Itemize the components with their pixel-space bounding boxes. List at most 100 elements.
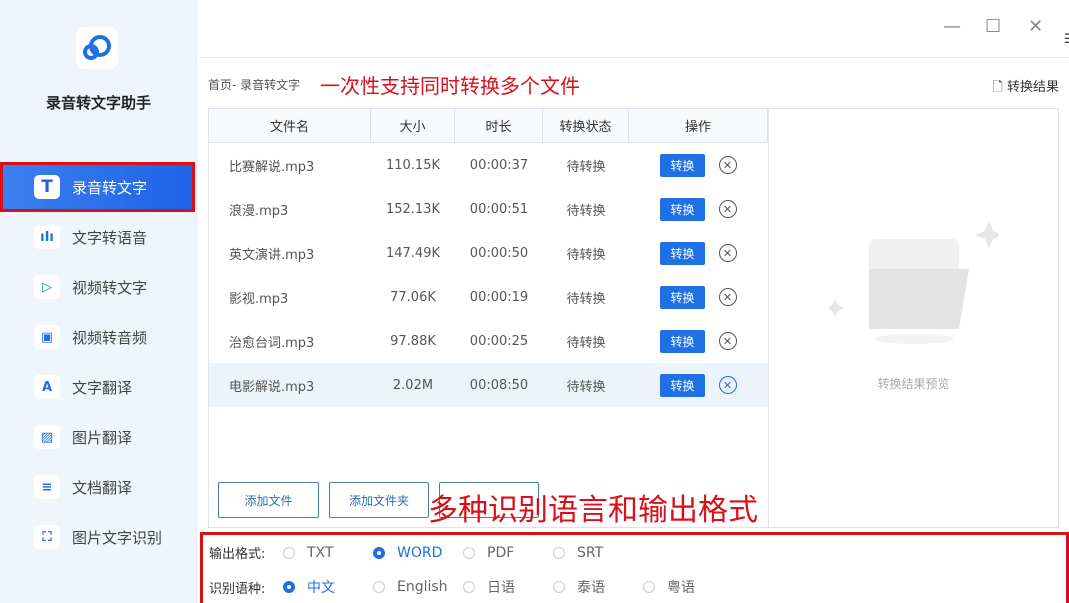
col-filename: 文件名: [209, 109, 371, 142]
file-status: 待转换: [566, 335, 606, 351]
convert-button[interactable]: 转换: [660, 241, 705, 265]
app-logo-icon: [76, 27, 118, 69]
sidebar-item-3[interactable]: ▣ 视频转音频: [0, 312, 197, 362]
radio-icon: [463, 546, 475, 559]
preview-placeholder: 转换结果预览: [877, 377, 950, 391]
sidebar-item-label: 视频转文字: [72, 278, 148, 297]
radio-icon: [463, 581, 475, 593]
sidebar-icon: ≡: [34, 475, 60, 499]
file-size: 97.88K: [390, 333, 436, 349]
sidebar-icon: ▷: [34, 275, 60, 299]
file-table: 文件名 大小 时长 转换状态 操作 比赛解说.mp3 110.15K 00:00…: [208, 108, 769, 528]
sidebar: 录音转文字助手 T 录音转文字 ıIı 文字转语音 ▷ 视频转文字 ▣ 视频转音频 A 文字翻译 ▨…: [0, 0, 197, 603]
output-format-row: 输出格式: TXT WORD PDF SRT: [209, 543, 643, 563]
file-duration: 00:00:51: [469, 201, 529, 217]
convert-button[interactable]: 转换: [660, 153, 705, 177]
convert-button[interactable]: 转换: [660, 197, 705, 221]
language-option[interactable]: 中文: [283, 577, 373, 597]
file-name: 影视.mp3: [229, 291, 289, 307]
file-status: 待转换: [566, 379, 606, 395]
file-duration: 00:08:50: [469, 377, 529, 393]
language-option[interactable]: 粤语: [643, 577, 733, 597]
format-option[interactable]: WORD: [373, 545, 463, 561]
option-label: PDF: [487, 544, 515, 561]
radio-icon: [643, 581, 655, 593]
sidebar-item-2[interactable]: ▷ 视频转文字: [0, 262, 197, 312]
document-icon: 🗋: [992, 80, 1003, 95]
option-label: SRT: [577, 544, 604, 561]
remove-icon[interactable]: ✕: [718, 376, 737, 394]
table-row[interactable]: 影视.mp3 77.06K 00:00:19 待转换 转换 ✕: [209, 275, 768, 319]
sidebar-item-0[interactable]: T 录音转文字: [0, 162, 195, 212]
language-option[interactable]: English: [373, 577, 463, 597]
add-folder-button[interactable]: 添加文件夹: [329, 482, 429, 518]
sidebar-icon: ⛶: [34, 525, 60, 549]
more-menu-button[interactable]: ☰更多: [1064, 20, 1069, 58]
sidebar-item-label: 文字转语音: [72, 228, 148, 247]
remove-icon[interactable]: ✕: [718, 200, 737, 218]
app-title: 录音转文字助手: [45, 94, 151, 112]
radio-icon: [373, 581, 385, 593]
sidebar-icon: ıIı: [34, 225, 60, 249]
option-label: TXT: [307, 544, 334, 561]
result-link-label: 转换结果: [1006, 80, 1059, 95]
table-row[interactable]: 浪漫.mp3 152.13K 00:00:51 待转换 转换 ✕: [209, 187, 768, 231]
sidebar-item-label: 文档翻译: [72, 478, 133, 497]
sidebar-item-label: 录音转文字: [72, 178, 148, 197]
file-duration: 00:00:37: [469, 157, 529, 173]
empty-folder-icon: [829, 221, 999, 344]
option-label: WORD: [397, 544, 443, 561]
radio-icon: [553, 581, 565, 593]
file-status: 待转换: [566, 247, 606, 263]
sidebar-item-7[interactable]: ⛶ 图片文字识别: [0, 512, 197, 562]
output-format-label: 输出格式:: [209, 547, 266, 562]
col-status: 转换状态: [543, 109, 629, 142]
menu-icon: ☰: [1064, 32, 1069, 47]
minimize-button[interactable]: —: [943, 16, 961, 37]
file-size: 2.02M: [392, 377, 434, 393]
add-file-button[interactable]: 添加文件: [218, 482, 319, 518]
file-duration: 00:00:25: [469, 333, 529, 349]
sidebar-item-label: 图片翻译: [72, 428, 133, 447]
sidebar-icon: A: [34, 375, 60, 399]
remove-icon[interactable]: ✕: [718, 332, 737, 350]
option-label: 中文: [307, 580, 335, 596]
table-row[interactable]: 电影解说.mp3 2.02M 00:08:50 待转换 转换 ✕: [209, 363, 768, 407]
close-button[interactable]: ✕: [1028, 16, 1043, 37]
format-option[interactable]: SRT: [553, 545, 643, 561]
table-row[interactable]: 治愈台词.mp3 97.88K 00:00:25 待转换 转换 ✕: [209, 319, 768, 363]
sidebar-item-label: 文字翻译: [72, 378, 133, 397]
format-option[interactable]: PDF: [463, 545, 553, 561]
sidebar-item-1[interactable]: ıIı 文字转语音: [0, 212, 197, 262]
table-header: 文件名 大小 时长 转换状态 操作: [209, 109, 768, 143]
maximize-button[interactable]: ☐: [985, 16, 1001, 37]
preview-panel: 转换结果预览: [769, 108, 1059, 528]
language-option[interactable]: 日语: [463, 577, 553, 597]
sidebar-item-4[interactable]: A 文字翻译: [0, 362, 197, 412]
breadcrumb: 首页- 录音转文字: [208, 78, 301, 92]
remove-icon[interactable]: ✕: [718, 156, 737, 174]
convert-button[interactable]: 转换: [660, 329, 705, 353]
format-option[interactable]: TXT: [283, 545, 373, 561]
option-label: 泰语: [577, 580, 605, 596]
file-duration: 00:00:50: [469, 245, 529, 261]
file-name: 英文演讲.mp3: [229, 247, 315, 263]
convert-button[interactable]: 转换: [660, 285, 705, 309]
sidebar-item-6[interactable]: ≡ 文档翻译: [0, 462, 197, 512]
remove-icon[interactable]: ✕: [718, 288, 737, 306]
convert-button[interactable]: 转换: [660, 373, 705, 397]
sidebar-item-5[interactable]: ▨ 图片翻译: [0, 412, 197, 462]
conversion-results-link[interactable]: 🗋 转换结果: [992, 76, 1059, 100]
file-size: 77.06K: [390, 289, 436, 305]
option-label: 日语: [487, 580, 515, 596]
remove-icon[interactable]: ✕: [718, 244, 737, 262]
annotation-top: 一次性支持同时转换多个文件: [320, 74, 580, 98]
radio-icon: [283, 546, 295, 559]
col-size: 大小: [371, 109, 455, 142]
table-row[interactable]: 英文演讲.mp3 147.49K 00:00:50 待转换 转换 ✕: [209, 231, 768, 275]
table-row[interactable]: 比赛解说.mp3 110.15K 00:00:37 待转换 转换 ✕: [209, 143, 768, 187]
radio-icon: [283, 581, 295, 593]
language-option[interactable]: 泰语: [553, 577, 643, 597]
language-label: 识别语种:: [209, 581, 266, 597]
language-row: 识别语种: 中文 English 日语 泰语 粤语: [209, 577, 733, 597]
